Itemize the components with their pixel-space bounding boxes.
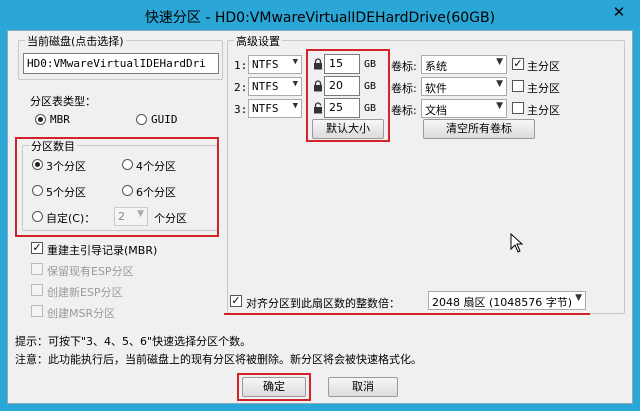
window-title: 快速分区 - HD0:VMwareVirtualIDEHardDrive(60G…	[144, 10, 496, 26]
chevron-down-icon: ▼	[496, 79, 503, 89]
row-1-primary-checkbox[interactable]: ✓	[512, 58, 524, 70]
align-sector-value: 2048 扇区 (1048576 字节)	[432, 296, 573, 309]
row-2-fs-value: NTFS	[252, 80, 279, 93]
create-esp-checkbox[interactable]	[31, 284, 43, 296]
radio-guid[interactable]	[136, 114, 147, 125]
cancel-button[interactable]: 取消	[328, 377, 398, 397]
dialog-body: 当前磁盘(点击选择) HD0:VMwareVirtualIDEHardDri 分…	[7, 30, 633, 404]
row-1-index: 1:	[234, 59, 248, 72]
row-3-fs-select[interactable]: NTFS ▼	[248, 99, 302, 118]
row-2-volume-value: 软件	[425, 82, 447, 95]
row-3-volume-select[interactable]: 文档 ▼	[421, 99, 507, 118]
title-bar[interactable]: 快速分区 - HD0:VMwareVirtualIDEHardDrive(60G…	[0, 0, 640, 30]
row-3-primary-label: 主分区	[527, 104, 560, 117]
row-3-primary-checkbox[interactable]	[512, 102, 524, 114]
chevron-down-icon: ▼	[292, 79, 298, 89]
align-partitions-label: 对齐分区到此扇区数的整数倍：	[246, 297, 400, 310]
partition-table-label: 分区表类型：	[30, 95, 96, 108]
tip-text: 提示：可按下"3、4、5、6"快速选择分区个数。	[15, 335, 252, 348]
rebuild-mbr-label: 重建主引导记录(MBR)	[47, 244, 158, 257]
row-2-primary-checkbox[interactable]	[512, 80, 524, 92]
highlight-align-underline	[224, 313, 590, 315]
radio-mbr-label: MBR	[50, 113, 70, 126]
create-msr-label: 创建MSR分区	[47, 307, 116, 320]
align-sector-select[interactable]: 2048 扇区 (1048576 字节) ▼	[428, 291, 586, 310]
radio-guid-label: GUID	[151, 113, 178, 126]
row-2-primary-label: 主分区	[527, 82, 560, 95]
radio-mbr[interactable]	[35, 114, 46, 125]
row-1-fs-select[interactable]: NTFS ▼	[248, 55, 302, 74]
highlight-size-area	[306, 49, 390, 142]
row-1-fs-value: NTFS	[252, 58, 279, 71]
row-3-volume-value: 文档	[425, 104, 447, 117]
align-partitions-checkbox[interactable]: ✓	[230, 295, 242, 307]
create-msr-checkbox[interactable]	[31, 305, 43, 317]
row-1-volume-select[interactable]: 系统 ▼	[421, 55, 507, 74]
highlight-partition-count	[15, 137, 219, 237]
chevron-down-icon: ▼	[496, 101, 503, 111]
highlight-ok-button	[237, 373, 311, 401]
current-disk-field[interactable]: HD0:VMwareVirtualIDEHardDri	[23, 53, 219, 74]
row-1-volume-label: 卷标:	[391, 60, 417, 73]
chevron-down-icon: ▼	[292, 57, 298, 67]
close-icon[interactable]: ✕	[606, 2, 632, 22]
chevron-down-icon: ▼	[496, 57, 503, 67]
row-3-fs-value: NTFS	[252, 102, 279, 115]
keep-esp-label: 保留现有ESP分区	[47, 265, 134, 278]
row-2-fs-select[interactable]: NTFS ▼	[248, 77, 302, 96]
row-1-primary-label: 主分区	[527, 60, 560, 73]
clear-volume-labels-button[interactable]: 清空所有卷标	[423, 119, 535, 139]
row-3-index: 3:	[234, 103, 248, 116]
row-3-volume-label: 卷标:	[391, 104, 417, 117]
current-disk-group-label: 当前磁盘(点击选择)	[25, 33, 126, 49]
quick-partition-window: 快速分区 - HD0:VMwareVirtualIDEHardDrive(60G…	[0, 0, 640, 411]
keep-esp-checkbox[interactable]	[31, 263, 43, 275]
chevron-down-icon: ▼	[292, 101, 298, 111]
create-esp-label: 创建新ESP分区	[47, 286, 123, 299]
mouse-cursor-icon	[510, 233, 524, 253]
row-2-volume-label: 卷标:	[391, 82, 417, 95]
rebuild-mbr-checkbox[interactable]: ✓	[31, 242, 43, 254]
advanced-settings-label: 高级设置	[234, 33, 282, 49]
warning-text: 注意：此功能执行后，当前磁盘上的现有分区将被删除。新分区将会被快速格式化。	[15, 353, 422, 366]
row-1-volume-value: 系统	[425, 60, 447, 73]
row-2-volume-select[interactable]: 软件 ▼	[421, 77, 507, 96]
row-2-index: 2:	[234, 81, 248, 94]
chevron-down-icon: ▼	[575, 293, 582, 303]
